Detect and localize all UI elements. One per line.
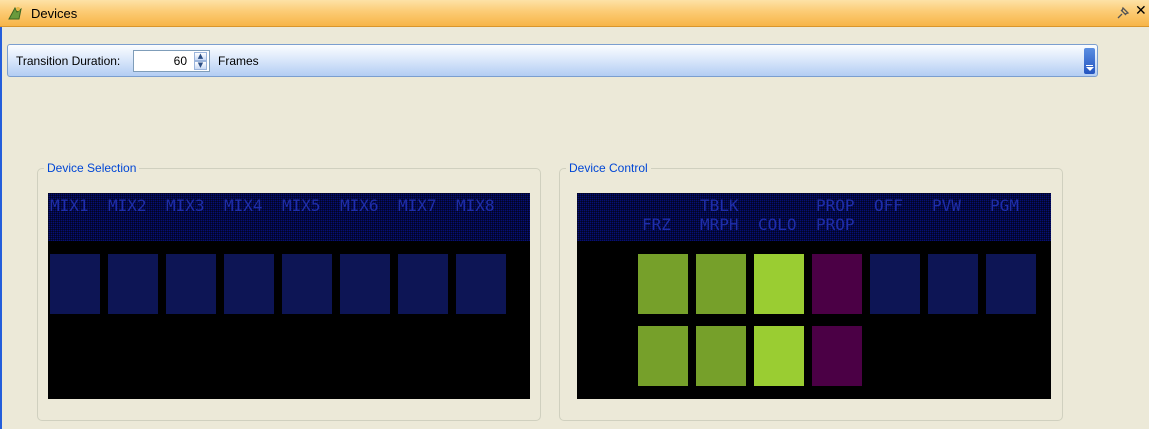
frz-row2-button[interactable]	[638, 326, 688, 386]
mix2-label: MIX2	[108, 196, 147, 215]
window-title: Devices	[31, 6, 78, 21]
mix8-label: MIX8	[456, 196, 495, 215]
device-selection-panel: MIX1 MIX2 MIX3 MIX4 MIX5 MIX6 MIX7 MIX8	[48, 193, 530, 399]
frz-label: FRZ	[642, 215, 671, 234]
frz-button[interactable]	[638, 254, 688, 314]
device-control-group: Device Control TBLK PROP OFF PVW PGM FRZ…	[559, 161, 1063, 421]
mix3-button[interactable]	[166, 254, 216, 314]
transition-duration-stepper[interactable]: 60 ▲ ▼	[133, 50, 210, 72]
prop-bottom-label: PROP	[816, 215, 855, 234]
toolbar: Transition Duration: 60 ▲ ▼ Frames	[7, 44, 1098, 77]
mix5-label: MIX5	[282, 196, 321, 215]
off-button[interactable]	[870, 254, 920, 314]
mix7-label: MIX7	[398, 196, 437, 215]
mrph-row2-button[interactable]	[696, 326, 746, 386]
stepper-buttons: ▲ ▼	[194, 52, 207, 70]
devices-icon	[8, 6, 22, 20]
mix8-button[interactable]	[456, 254, 506, 314]
pin-icon[interactable]	[1116, 6, 1130, 20]
mix1-label: MIX1	[50, 196, 89, 215]
prop-button[interactable]	[812, 254, 862, 314]
stepper-up-icon[interactable]: ▲	[194, 52, 207, 61]
mix6-button[interactable]	[340, 254, 390, 314]
mix1-button[interactable]	[50, 254, 100, 314]
transition-duration-label: Transition Duration:	[16, 54, 121, 68]
off-label: OFF	[874, 196, 903, 215]
pgm-button[interactable]	[986, 254, 1036, 314]
device-control-title: Device Control	[566, 161, 651, 175]
prop-top-label: PROP	[816, 196, 855, 215]
mix6-label: MIX6	[340, 196, 379, 215]
pvw-button[interactable]	[928, 254, 978, 314]
tblk-label: TBLK	[700, 196, 739, 215]
transition-duration-value[interactable]: 60	[174, 54, 187, 68]
mrph-label: MRPH	[700, 215, 739, 234]
toolbar-overflow-button[interactable]	[1084, 48, 1095, 74]
pvw-label: PVW	[932, 196, 961, 215]
mix5-button[interactable]	[282, 254, 332, 314]
title-bar: Devices ✕	[0, 0, 1149, 27]
mix4-button[interactable]	[224, 254, 274, 314]
pgm-label: PGM	[990, 196, 1019, 215]
prop-row2-button[interactable]	[812, 326, 862, 386]
frames-label: Frames	[218, 54, 259, 68]
device-control-panel: TBLK PROP OFF PVW PGM FRZ MRPH COLO PROP	[577, 193, 1051, 399]
stepper-down-icon[interactable]: ▼	[194, 61, 207, 70]
mrph-button[interactable]	[696, 254, 746, 314]
device-selection-label-band: MIX1 MIX2 MIX3 MIX4 MIX5 MIX6 MIX7 MIX8	[48, 193, 530, 241]
mix3-label: MIX3	[166, 196, 205, 215]
colo-row2-button[interactable]	[754, 326, 804, 386]
device-control-label-band: TBLK PROP OFF PVW PGM FRZ MRPH COLO PROP	[577, 193, 1051, 241]
mix2-button[interactable]	[108, 254, 158, 314]
window-edge	[0, 27, 2, 429]
mix7-button[interactable]	[398, 254, 448, 314]
colo-button[interactable]	[754, 254, 804, 314]
device-selection-group: Device Selection MIX1 MIX2 MIX3 MIX4 MIX…	[37, 161, 541, 421]
close-icon[interactable]: ✕	[1135, 3, 1149, 21]
colo-label: COLO	[758, 215, 797, 234]
mix4-label: MIX4	[224, 196, 263, 215]
device-selection-title: Device Selection	[44, 161, 140, 175]
